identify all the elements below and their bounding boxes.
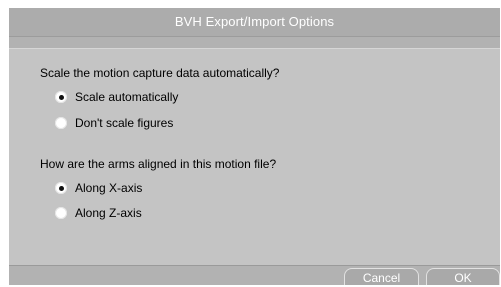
dialog-title: BVH Export/Import Options: [174, 14, 335, 29]
radio-selected-icon: [55, 182, 67, 194]
dialog-titlebar[interactable]: BVH Export/Import Options: [9, 8, 500, 37]
along-z-axis-label: Along Z-axis: [75, 206, 142, 220]
cancel-button[interactable]: Cancel: [344, 268, 419, 285]
along-x-axis-radio[interactable]: Along X-axis: [55, 180, 142, 196]
scale-automatically-radio[interactable]: Scale automatically: [55, 89, 178, 105]
options-panel: Scale the motion capture data automatica…: [9, 48, 500, 266]
radio-selected-icon: [55, 91, 67, 103]
dont-scale-figures-label: Don't scale figures: [75, 116, 174, 130]
bvh-options-dialog: BVH Export/Import Options Scale the moti…: [9, 8, 500, 285]
ok-button[interactable]: OK: [426, 268, 500, 285]
along-z-axis-radio[interactable]: Along Z-axis: [55, 205, 142, 221]
radio-unselected-icon: [55, 207, 67, 219]
arms-alignment-question-label: How are the arms aligned in this motion …: [40, 157, 277, 171]
radio-unselected-icon: [55, 117, 67, 129]
scale-automatically-label: Scale automatically: [75, 90, 179, 104]
along-x-axis-label: Along X-axis: [75, 181, 143, 195]
dont-scale-figures-radio[interactable]: Don't scale figures: [55, 115, 173, 131]
scale-question-label: Scale the motion capture data automatica…: [40, 66, 280, 80]
